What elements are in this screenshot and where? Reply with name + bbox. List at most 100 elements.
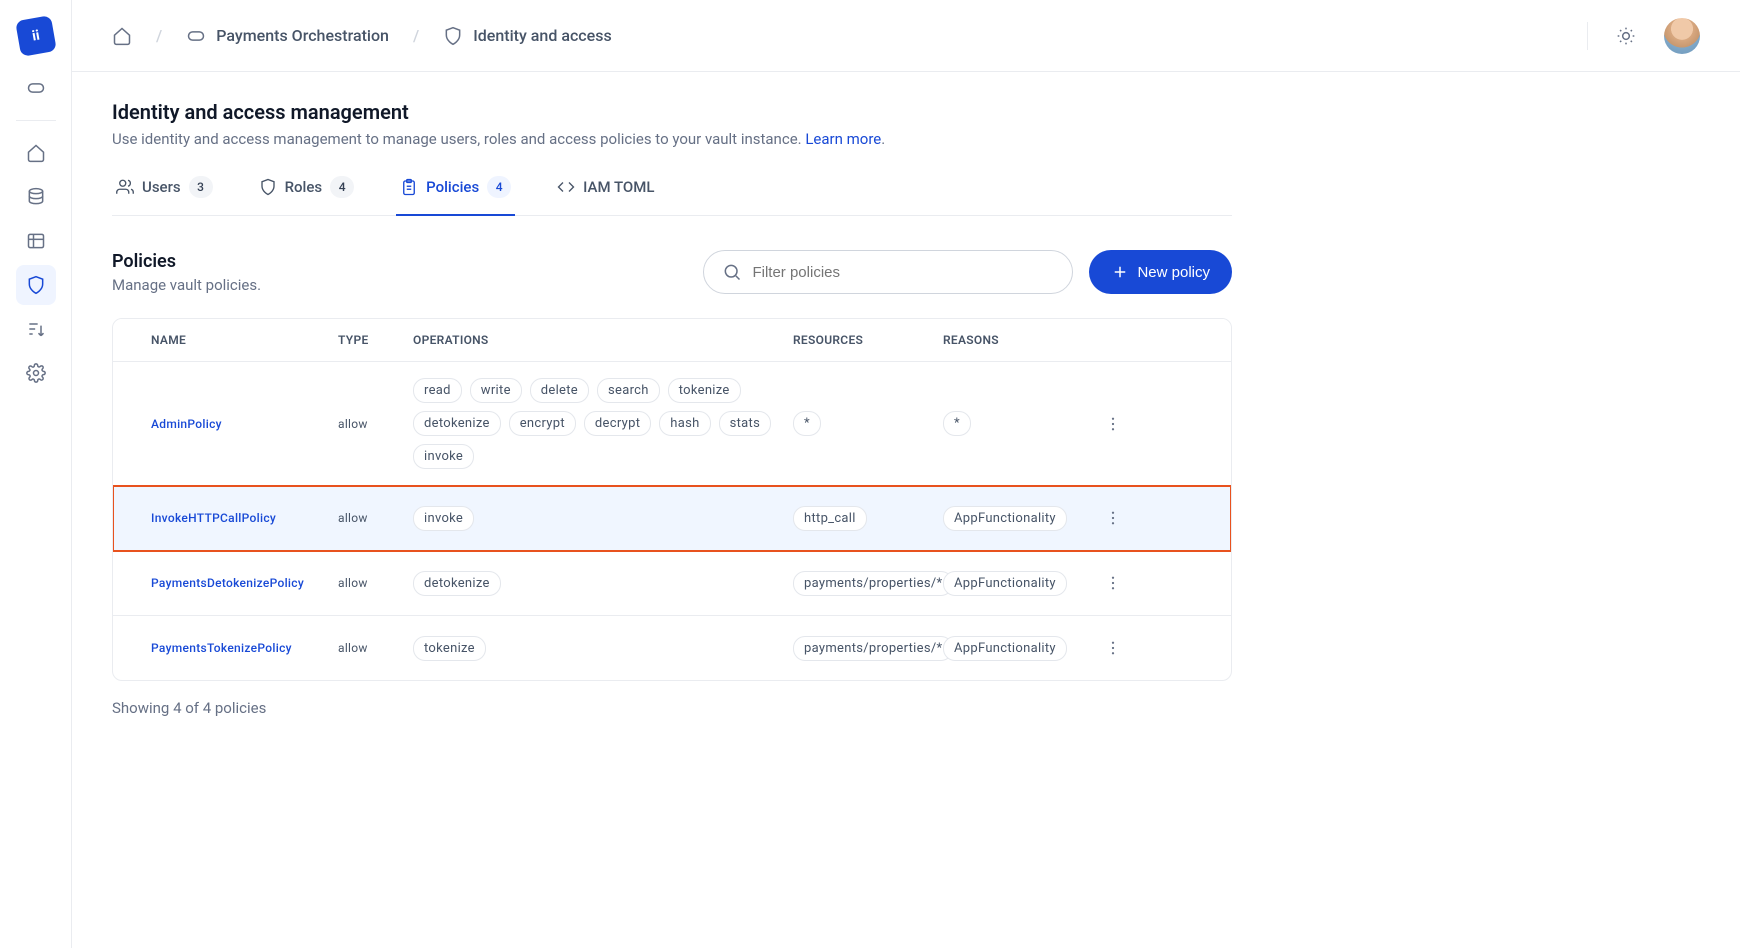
operation-pill: tokenize bbox=[413, 636, 486, 661]
tab-label: Policies bbox=[426, 178, 479, 196]
home-icon bbox=[112, 26, 132, 46]
tab-label: Roles bbox=[285, 178, 323, 196]
operation-pill: tokenize bbox=[668, 378, 741, 403]
section-subtitle: Manage vault policies. bbox=[112, 276, 261, 294]
policy-type: allow bbox=[338, 641, 413, 655]
tab-users[interactable]: Users 3 bbox=[112, 176, 217, 216]
row-menu-button[interactable] bbox=[1097, 567, 1129, 599]
clipboard-icon bbox=[400, 178, 418, 196]
row-menu-button[interactable] bbox=[1097, 502, 1129, 534]
tab-label: IAM TOML bbox=[583, 178, 654, 196]
row-menu-button[interactable] bbox=[1097, 632, 1129, 664]
more-vertical-icon bbox=[1104, 415, 1122, 433]
search-input[interactable] bbox=[752, 264, 1054, 281]
database-icon bbox=[26, 187, 46, 207]
policy-name-link[interactable]: InvokeHTTPCallPolicy bbox=[151, 511, 276, 525]
operation-pill: decrypt bbox=[584, 411, 651, 436]
resource-pill: * bbox=[793, 411, 821, 436]
reason-pill: * bbox=[943, 411, 971, 436]
theme-toggle[interactable] bbox=[1608, 18, 1644, 54]
shield-icon bbox=[26, 275, 46, 295]
tab-policies[interactable]: Policies 4 bbox=[396, 176, 515, 216]
policy-name-link[interactable]: AdminPolicy bbox=[151, 417, 222, 431]
col-header-reasons: REASONS bbox=[943, 333, 1083, 347]
server-icon bbox=[186, 26, 206, 46]
operation-pill: read bbox=[413, 378, 462, 403]
breadcrumb-home[interactable] bbox=[112, 26, 132, 46]
sidebar-item-data[interactable] bbox=[16, 177, 56, 217]
policy-type: allow bbox=[338, 576, 413, 590]
reason-pill: AppFunctionality bbox=[943, 506, 1067, 531]
sun-icon bbox=[1616, 26, 1636, 46]
col-header-name: NAME bbox=[113, 333, 338, 347]
operation-pill: write bbox=[470, 378, 522, 403]
server-icon bbox=[26, 78, 46, 98]
resource-pill: http_call bbox=[793, 506, 867, 531]
sidebar-item-settings[interactable] bbox=[16, 353, 56, 393]
tabs: Users 3 Roles 4 Policies 4 IAM TOML bbox=[112, 176, 1232, 216]
app-logo[interactable]: ii bbox=[15, 15, 57, 57]
code-icon bbox=[557, 178, 575, 196]
more-vertical-icon bbox=[1104, 574, 1122, 592]
table-row: InvokeHTTPCallPolicy allowinvoke http_call… bbox=[113, 486, 1231, 551]
policy-type: allow bbox=[338, 511, 413, 525]
shield-icon bbox=[443, 26, 463, 46]
policy-type: allow bbox=[338, 417, 413, 431]
section-title: Policies bbox=[112, 251, 261, 272]
operation-pill: search bbox=[597, 378, 660, 403]
sort-icon bbox=[26, 319, 46, 339]
avatar[interactable] bbox=[1664, 18, 1700, 54]
shield-icon bbox=[259, 178, 277, 196]
table-footer: Showing 4 of 4 policies bbox=[112, 699, 1232, 717]
tab-iam-toml[interactable]: IAM TOML bbox=[553, 176, 658, 216]
gear-icon bbox=[26, 363, 46, 383]
tab-label: Users bbox=[142, 178, 181, 196]
breadcrumb-orchestration[interactable]: Payments Orchestration bbox=[186, 26, 389, 46]
resource-pill: payments/properties/* bbox=[793, 636, 953, 661]
breadcrumb-iam[interactable]: Identity and access bbox=[443, 26, 611, 46]
operation-pill: invoke bbox=[413, 506, 474, 531]
home-icon bbox=[26, 143, 46, 163]
resource-pill: payments/properties/* bbox=[793, 571, 953, 596]
operation-pill: encrypt bbox=[509, 411, 576, 436]
sidebar-item-vault[interactable] bbox=[16, 68, 56, 108]
policies-table: NAME TYPE OPERATIONS RESOURCES REASONS A… bbox=[112, 318, 1232, 681]
tab-badge: 4 bbox=[330, 176, 354, 198]
operation-pill: detokenize bbox=[413, 571, 501, 596]
learn-more-link[interactable]: Learn more bbox=[805, 130, 881, 148]
search-box[interactable] bbox=[703, 250, 1073, 294]
reason-pill: AppFunctionality bbox=[943, 571, 1067, 596]
plus-icon bbox=[1111, 263, 1129, 281]
operation-pill: delete bbox=[530, 378, 589, 403]
breadcrumb-separator: / bbox=[156, 26, 162, 45]
page-subtitle: Use identity and access management to ma… bbox=[112, 130, 1232, 148]
table-row: PaymentsTokenizePolicy allowtokenize payme… bbox=[113, 616, 1231, 680]
users-icon bbox=[116, 178, 134, 196]
sidebar-item-home[interactable] bbox=[16, 133, 56, 173]
reason-pill: AppFunctionality bbox=[943, 636, 1067, 661]
search-icon bbox=[722, 262, 742, 282]
operation-pill: invoke bbox=[413, 444, 474, 469]
row-menu-button[interactable] bbox=[1097, 408, 1129, 440]
breadcrumb-separator: / bbox=[413, 26, 419, 45]
operation-pill: detokenize bbox=[413, 411, 501, 436]
page-title: Identity and access management bbox=[112, 100, 1232, 124]
policy-name-link[interactable]: PaymentsDetokenizePolicy bbox=[151, 576, 304, 590]
sidebar-item-tables[interactable] bbox=[16, 221, 56, 261]
tab-roles[interactable]: Roles 4 bbox=[255, 176, 359, 216]
breadcrumb-label: Payments Orchestration bbox=[216, 26, 389, 45]
col-header-ops: OPERATIONS bbox=[413, 333, 793, 347]
button-label: New policy bbox=[1137, 264, 1210, 281]
tab-badge: 3 bbox=[189, 176, 213, 198]
breadcrumb-label: Identity and access bbox=[473, 26, 611, 45]
tab-badge: 4 bbox=[487, 176, 511, 198]
more-vertical-icon bbox=[1104, 639, 1122, 657]
sidebar-item-sort[interactable] bbox=[16, 309, 56, 349]
new-policy-button[interactable]: New policy bbox=[1089, 250, 1232, 294]
operation-pill: hash bbox=[659, 411, 710, 436]
sidebar-item-iam[interactable] bbox=[16, 265, 56, 305]
table-icon bbox=[26, 231, 46, 251]
policy-name-link[interactable]: PaymentsTokenizePolicy bbox=[151, 641, 292, 655]
table-row: PaymentsDetokenizePolicy allowdetokenize p… bbox=[113, 551, 1231, 616]
table-row: AdminPolicy allowread write delete search tok… bbox=[113, 362, 1231, 486]
